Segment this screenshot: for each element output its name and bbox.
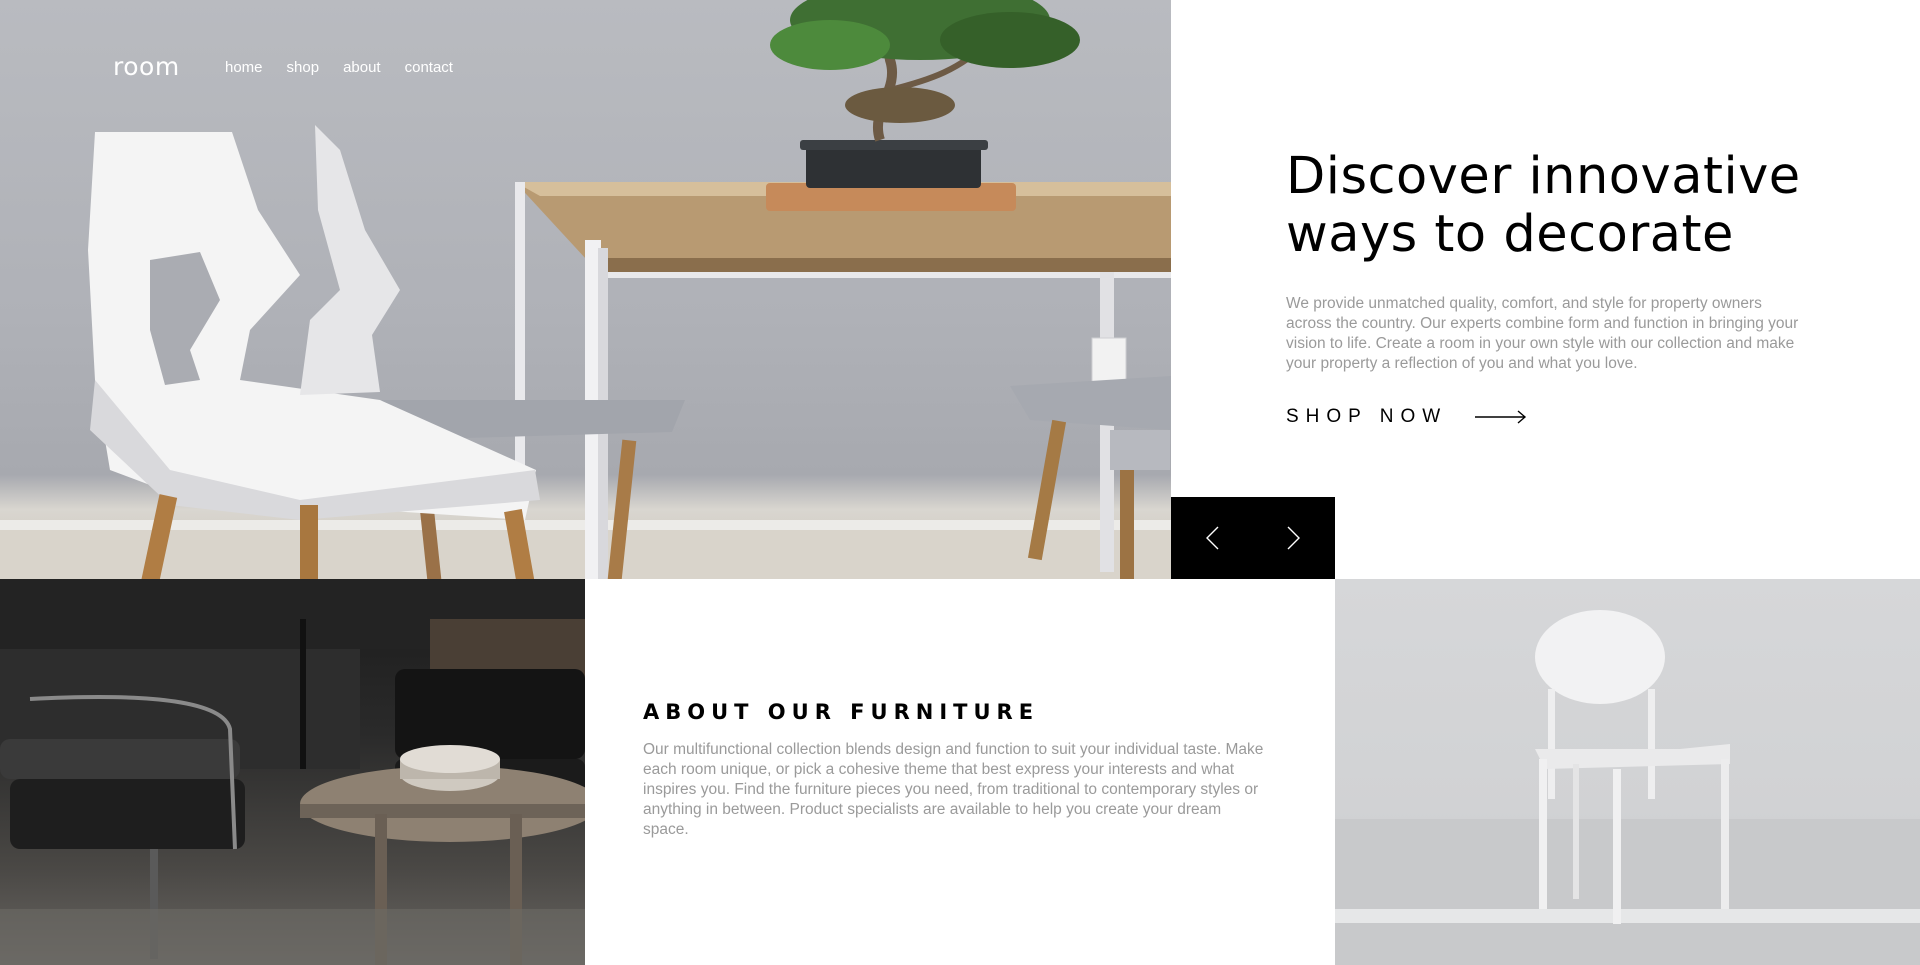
slider-next-button[interactable] — [1253, 497, 1335, 579]
dark-furniture-photo — [0, 579, 585, 965]
about-title: ABOUT OUR FURNITURE — [643, 700, 1040, 724]
chevron-left-icon — [1206, 526, 1219, 550]
about-image-dark — [0, 579, 585, 965]
slider-prev-button[interactable] — [1171, 497, 1253, 579]
hero-title-line-2: ways to decorate — [1286, 205, 1734, 264]
nav-about[interactable]: about — [343, 59, 381, 76]
about-content: ABOUT OUR FURNITURE Our multifunctional … — [643, 700, 1268, 840]
shop-now-label: SHOP NOW — [1286, 406, 1448, 427]
hero-image: room home shop about contact — [0, 0, 1171, 579]
hero-photo-illustration — [0, 0, 1171, 579]
hero-title: Discover innovative ways to decorate — [1286, 148, 1846, 264]
about-image-light — [1335, 579, 1920, 965]
logo[interactable]: room — [113, 52, 180, 81]
nav-shop[interactable]: shop — [287, 59, 320, 76]
about-description: Our multifunctional collection blends de… — [643, 741, 1264, 838]
hero-title-line-1: Discover innovative — [1286, 147, 1801, 206]
shop-now-button[interactable]: SHOP NOW — [1286, 406, 1846, 428]
arrow-right-icon — [1475, 410, 1527, 424]
chevron-right-icon — [1287, 526, 1300, 550]
main-nav: home shop about contact — [225, 59, 453, 76]
nav-contact[interactable]: contact — [405, 59, 453, 76]
nav-home[interactable]: home — [225, 59, 263, 76]
white-chair-photo — [1335, 610, 1920, 965]
hero-description: We provide unmatched quality, comfort, a… — [1286, 295, 1799, 372]
slider-controls — [1171, 497, 1335, 579]
hero-content: Discover innovative ways to decorate We … — [1286, 148, 1846, 428]
